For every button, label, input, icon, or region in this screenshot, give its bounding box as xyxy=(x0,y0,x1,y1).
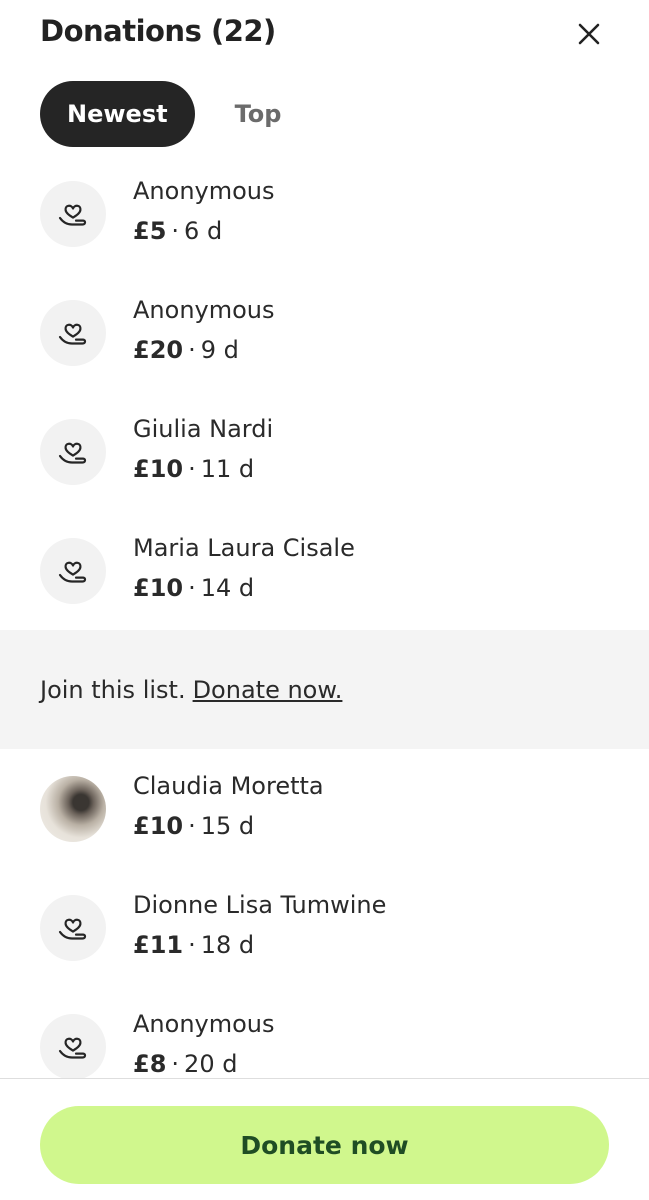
separator-dot: · xyxy=(188,574,196,602)
join-list-banner: Join this list. Donate now. xyxy=(0,630,649,749)
avatar xyxy=(40,181,106,247)
donation-meta: £20 · 9 d xyxy=(133,336,239,364)
donation-age: 15 d xyxy=(200,812,255,840)
separator-dot: · xyxy=(171,1050,180,1078)
avatar xyxy=(40,538,106,604)
sheet-header: Donations (22) xyxy=(0,0,649,72)
list-item: Maria Laura Cisale £10 · 14 d xyxy=(0,511,649,630)
donation-meta: £11 · 18 d xyxy=(133,931,254,959)
separator-dot: · xyxy=(188,455,196,483)
donation-age: 6 d xyxy=(184,217,223,245)
donation-amount: £8 xyxy=(133,1050,167,1078)
donation-meta: £10 · 15 d xyxy=(133,812,254,840)
avatar xyxy=(40,300,106,366)
donation-age: 14 d xyxy=(200,574,255,602)
donation-meta: £10 · 14 d xyxy=(133,574,254,602)
avatar xyxy=(40,419,106,485)
list-item: Anonymous £5 · 6 d xyxy=(0,154,649,273)
donation-amount: £20 xyxy=(133,336,184,364)
heart-hand-icon xyxy=(58,442,87,464)
close-icon xyxy=(578,23,600,45)
avatar xyxy=(40,895,106,961)
donor-name: Maria Laura Cisale xyxy=(133,534,355,562)
sort-tabs: Newest Top xyxy=(40,81,307,147)
donation-amount: £11 xyxy=(133,931,184,959)
join-text: Join this list. xyxy=(40,675,186,704)
donate-now-button[interactable]: Donate now xyxy=(40,1106,609,1184)
heart-hand-icon xyxy=(58,1037,87,1059)
separator-dot: · xyxy=(188,812,196,840)
heart-hand-icon xyxy=(58,918,87,940)
close-button[interactable] xyxy=(572,17,606,51)
donor-name: Anonymous xyxy=(133,177,275,205)
list-item: Anonymous £20 · 9 d xyxy=(0,273,649,392)
donations-sheet: Donations (22) Newest Top Anonymous £5 · 6… xyxy=(0,0,649,1200)
donations-list: Anonymous £5 · 6 d Anonymous £20 · 9 d G… xyxy=(0,154,649,1106)
separator-dot: · xyxy=(188,336,196,364)
avatar-photo xyxy=(40,776,106,842)
donate-now-link[interactable]: Donate now. xyxy=(193,676,343,704)
donation-amount: £5 xyxy=(133,217,167,245)
donor-name: Anonymous xyxy=(133,296,275,324)
donation-amount: £10 xyxy=(133,455,184,483)
tab-newest[interactable]: Newest xyxy=(40,81,195,147)
donation-amount: £10 xyxy=(133,812,184,840)
donation-age: 20 d xyxy=(184,1050,238,1078)
page-title: Donations (22) xyxy=(40,14,276,48)
donation-age: 9 d xyxy=(200,336,239,364)
sticky-footer: Donate now xyxy=(0,1078,649,1200)
donor-name: Dionne Lisa Tumwine xyxy=(133,891,387,919)
donation-meta: £10 · 11 d xyxy=(133,455,254,483)
avatar xyxy=(40,1014,106,1080)
donation-age: 11 d xyxy=(200,455,255,483)
separator-dot: · xyxy=(171,217,180,245)
heart-hand-icon xyxy=(58,323,87,345)
list-item: Claudia Moretta £10 · 15 d xyxy=(0,749,649,868)
list-item: Dionne Lisa Tumwine £11 · 18 d xyxy=(0,868,649,987)
donation-meta: £5 · 6 d xyxy=(133,217,222,245)
separator-dot: · xyxy=(188,931,196,959)
heart-hand-icon xyxy=(58,561,87,583)
list-item: Giulia Nardi £10 · 11 d xyxy=(0,392,649,511)
donor-name: Anonymous xyxy=(133,1010,275,1038)
donation-meta: £8 · 20 d xyxy=(133,1050,237,1078)
heart-hand-icon xyxy=(58,204,87,226)
tab-top[interactable]: Top xyxy=(209,81,308,147)
donor-name: Claudia Moretta xyxy=(133,772,324,800)
donation-amount: £10 xyxy=(133,574,184,602)
donation-age: 18 d xyxy=(200,931,255,959)
donor-name: Giulia Nardi xyxy=(133,415,274,443)
